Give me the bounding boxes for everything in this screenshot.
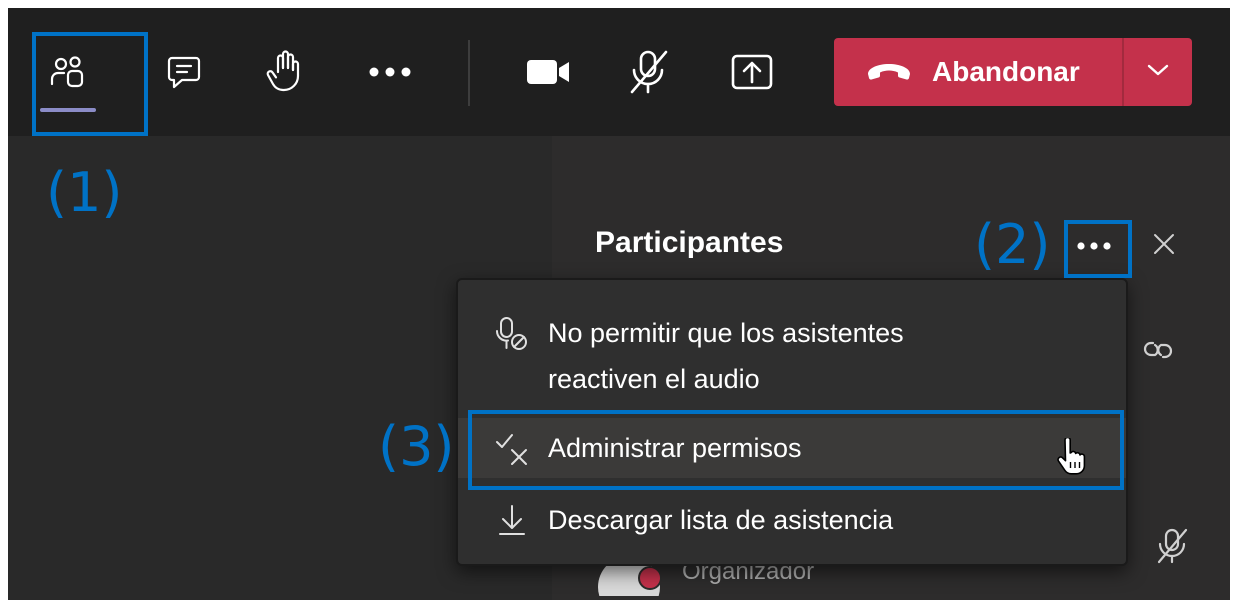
more-options-button[interactable] <box>364 44 416 100</box>
share-screen-button[interactable] <box>726 44 778 100</box>
mic-blocked-icon <box>494 316 530 352</box>
menu-item-download-attendance[interactable]: Descargar lista de asistencia <box>458 490 1126 550</box>
share-screen-icon <box>730 52 774 92</box>
chat-button[interactable] <box>158 44 210 100</box>
mic-off-icon <box>626 48 670 96</box>
meeting-toolbar: Abandonar <box>8 8 1230 136</box>
annotation-box-1 <box>32 32 148 136</box>
copy-link-button[interactable] <box>1138 332 1178 372</box>
leave-options-button[interactable] <box>1122 38 1192 106</box>
annotation-label-2: (2) <box>974 213 1051 276</box>
menu-item-label: No permitir que los asistentes reactiven… <box>548 318 904 394</box>
raise-hand-icon <box>266 50 306 94</box>
presence-busy-icon <box>638 566 662 590</box>
annotation-label-1: (1) <box>46 161 123 224</box>
phone-hangup-icon <box>866 62 912 82</box>
mic-off-icon <box>1155 527 1189 570</box>
leave-label: Abandonar <box>932 56 1080 87</box>
annotation-box-2 <box>1064 220 1132 278</box>
download-icon <box>494 502 530 538</box>
meeting-window: Abandonar Participantes Organizador No p… <box>8 8 1230 600</box>
mute-button[interactable] <box>622 44 674 100</box>
close-icon <box>1152 232 1176 261</box>
menu-item-label: Descargar lista de asistencia <box>548 505 894 535</box>
chevron-down-icon <box>1147 63 1169 82</box>
toolbar-divider <box>468 40 470 106</box>
link-icon <box>1142 336 1174 369</box>
camera-icon <box>525 56 571 88</box>
panel-title: Participantes <box>595 226 784 259</box>
close-panel-button[interactable] <box>1144 226 1184 266</box>
leave-button[interactable]: Abandonar <box>834 38 1124 106</box>
participant-mute-indicator <box>1152 528 1192 568</box>
chat-icon <box>164 52 204 92</box>
menu-item-disable-mic[interactable]: No permitir que los asistentes reactiven… <box>458 310 1126 410</box>
camera-button[interactable] <box>522 44 574 100</box>
annotation-label-3: (3) <box>378 415 455 478</box>
more-icon <box>368 66 412 78</box>
raise-hand-button[interactable] <box>260 44 312 100</box>
annotation-box-3 <box>468 410 1124 490</box>
